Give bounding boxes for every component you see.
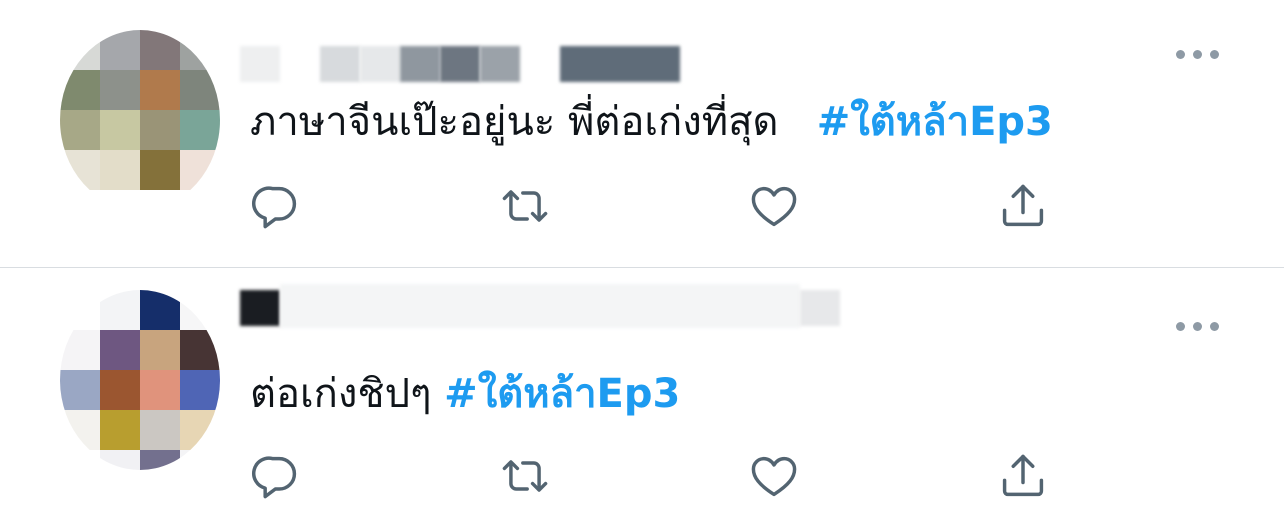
retweet-icon[interactable]	[499, 450, 551, 502]
reply-icon[interactable]	[250, 450, 302, 502]
like-icon[interactable]	[748, 450, 800, 502]
share-icon[interactable]	[997, 180, 1049, 232]
tweet-text: ต่อเก่งชิปๆ #ใต้หล้าEp3	[250, 370, 680, 418]
hashtag-link[interactable]: #ใต้หล้าEp3	[444, 371, 680, 417]
retweet-icon[interactable]	[499, 180, 551, 232]
hashtag-link[interactable]: #ใต้หล้าEp3	[817, 99, 1053, 145]
avatar[interactable]	[60, 30, 220, 210]
tweet[interactable]: ภาษาจีนเป๊ะอยู่นะ พี่ต่อเก่งที่สุด #ใต้ห…	[0, 0, 1284, 268]
share-icon[interactable]	[997, 450, 1049, 502]
more-horizontal-icon[interactable]	[1176, 320, 1220, 332]
reply-icon[interactable]	[250, 180, 302, 232]
tweet-divider	[0, 267, 1284, 268]
tweet-body: ต่อเก่งชิปๆ	[250, 371, 432, 417]
like-icon[interactable]	[748, 180, 800, 232]
tweet-body: ภาษาจีนเป๊ะอยู่นะ พี่ต่อเก่งที่สุด	[250, 99, 779, 145]
more-horizontal-icon[interactable]	[1176, 48, 1220, 60]
avatar[interactable]	[60, 290, 220, 470]
tweet[interactable]: ต่อเก่งชิปๆ #ใต้หล้าEp3	[0, 270, 1284, 529]
tweet-text: ภาษาจีนเป๊ะอยู่นะ พี่ต่อเก่งที่สุด #ใต้ห…	[250, 98, 1053, 146]
